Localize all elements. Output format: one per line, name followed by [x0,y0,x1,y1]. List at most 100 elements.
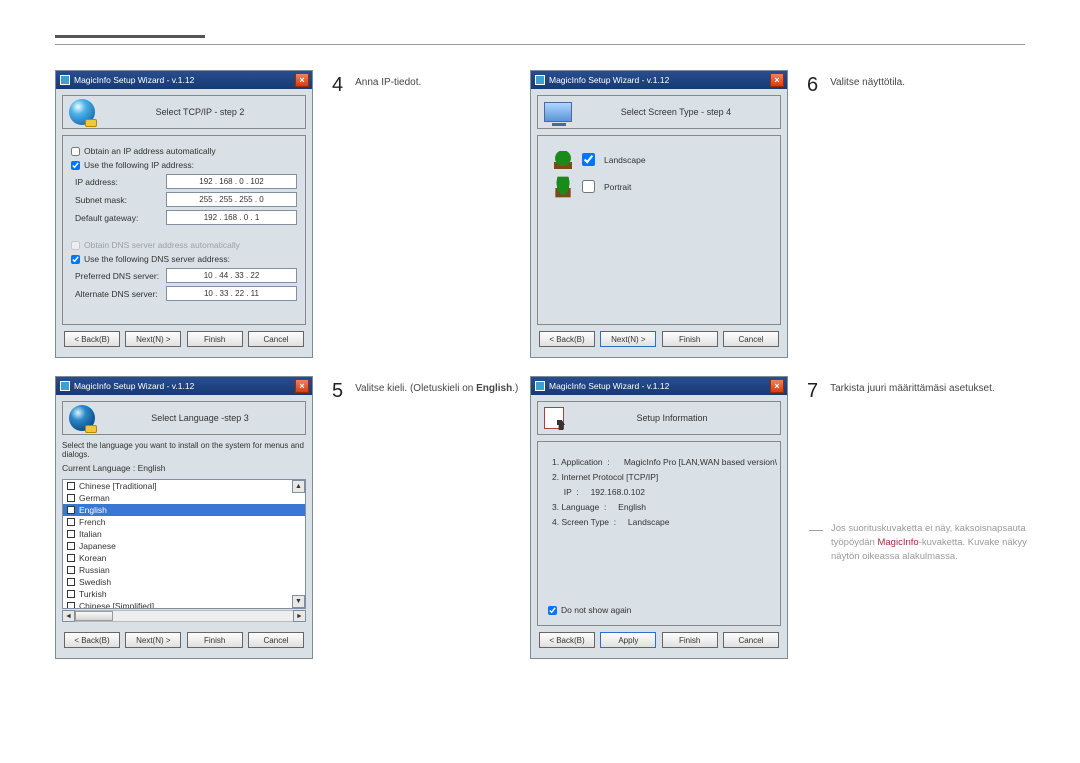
language-list[interactable]: ▲ Chinese [Traditional] German EnglishFren… [62,479,306,609]
layout-grid: MagicInfo Setup Wizard - v.1.12 × Select… [55,70,1025,659]
info-screen-type: 4. Screen Type : Landscape [552,517,766,527]
lang-label: Russian [79,565,110,575]
scroll-up-button[interactable]: ▲ [292,480,305,493]
cancel-button[interactable]: Cancel [723,331,779,347]
alt-dns-input[interactable]: 10 . 33 . 22 . 11 [166,286,297,301]
lang-label: Japanese [79,541,116,551]
close-button[interactable]: × [295,73,309,87]
landscape-checkbox[interactable] [582,153,595,166]
lang-label: English [79,505,107,515]
lang-item[interactable]: Russian [63,564,305,576]
use-following-ip-checkbox[interactable] [71,161,80,170]
scroll-thumb[interactable] [75,611,113,621]
next-button[interactable]: Next(N) > [125,632,181,648]
lang-item[interactable]: English [63,504,305,516]
info-protocol: 2. Internet Protocol [TCP/IP] [552,472,766,482]
next-button[interactable]: Next(N) > [125,331,181,347]
lang-instructions: Select the language you want to install … [62,441,306,459]
back-button[interactable]: < Back(B) [539,632,595,648]
subnet-mask-input[interactable]: 255 . 255 . 255 . 0 [166,192,297,207]
step-number: 6 [807,75,818,358]
obtain-dns-auto-checkbox [71,241,80,250]
step-6-caption: 6 Valitse näyttötila. [795,70,1040,358]
lang-checkbox-icon [67,482,75,490]
back-button[interactable]: < Back(B) [64,331,120,347]
close-button[interactable]: × [770,73,784,87]
lang-item[interactable]: Japanese [63,540,305,552]
titlebar: MagicInfo Setup Wizard - v.1.12 × [56,71,312,89]
lang-item[interactable]: Chinese [Simplified] [63,600,305,609]
back-button[interactable]: < Back(B) [539,331,595,347]
window-title: MagicInfo Setup Wizard - v.1.12 [74,381,194,391]
lang-label: Turkish [79,589,107,599]
header-rule-short [55,35,205,38]
app-icon [535,381,545,391]
step-header: Select TCP/IP - step 2 [101,107,299,117]
lang-item[interactable]: Italian [63,528,305,540]
finish-button[interactable]: Finish [662,632,718,648]
current-lang-label: Current Language : English [62,463,306,473]
info-ip: IP : 192.168.0.102 [552,487,766,497]
step-header: Select Language -step 3 [101,413,299,423]
pref-dns-label: Preferred DNS server: [71,271,166,281]
lang-checkbox-icon [67,494,75,502]
use-following-dns-label: Use the following DNS server address: [84,254,230,264]
close-button[interactable]: × [770,379,784,393]
lang-item[interactable]: Chinese [Traditional] [63,480,305,492]
step-4-caption: 4 Anna IP-tiedot. [320,70,530,358]
landscape-option[interactable]: Landscape [554,150,764,169]
scroll-left-button[interactable]: ◄ [62,610,75,622]
info-language: 3. Language : English [552,502,766,512]
step-7-caption: 7 Tarkista juuri määrittämäsi asetukset.… [795,376,1040,659]
ip-address-label: IP address: [71,177,166,187]
pointer-icon [544,407,564,429]
lang-label: Chinese [Traditional] [79,481,157,491]
lang-checkbox-icon [67,578,75,586]
back-button[interactable]: < Back(B) [64,632,120,648]
lang-item[interactable]: French [63,516,305,528]
obtain-ip-auto-checkbox[interactable] [71,147,80,156]
window-title: MagicInfo Setup Wizard - v.1.12 [549,75,669,85]
portrait-option[interactable]: Portrait [554,177,764,196]
window-title: MagicInfo Setup Wizard - v.1.12 [74,75,194,85]
step-text: Tarkista juuri määrittämäsi asetukset. [830,381,995,496]
close-button[interactable]: × [295,379,309,393]
lang-checkbox-icon [67,506,75,514]
globe-icon [69,405,95,431]
lang-item[interactable]: German [63,492,305,504]
finish-button[interactable]: Finish [662,331,718,347]
step-header: Select Screen Type - step 4 [578,107,774,117]
portrait-checkbox[interactable] [582,180,595,193]
lang-item[interactable]: Swedish [63,576,305,588]
lang-label: German [79,493,110,503]
landscape-icon [554,151,572,169]
next-button[interactable]: Next(N) > [600,331,656,347]
finish-button[interactable]: Finish [187,331,243,347]
portrait-icon [555,176,570,197]
step-header: Setup Information [570,413,774,423]
lang-checkbox-icon [67,590,75,598]
scroll-right-button[interactable]: ► [293,610,306,622]
lang-item[interactable]: Korean [63,552,305,564]
lang-checkbox-icon [67,602,75,609]
subnet-mask-label: Subnet mask: [71,195,166,205]
ip-address-input[interactable]: 192 . 168 . 0 . 102 [166,174,297,189]
step-5-caption: 5 Valitse kieli. (Oletuskieli on English… [320,376,530,659]
step-number: 7 [807,381,818,496]
cancel-button[interactable]: Cancel [248,632,304,648]
pref-dns-input[interactable]: 10 . 44 . 33 . 22 [166,268,297,283]
app-icon [60,75,70,85]
apply-button[interactable]: Apply [600,632,656,648]
gateway-input[interactable]: 192 . 168 . 0 . 1 [166,210,297,225]
lang-item[interactable]: Turkish [63,588,305,600]
use-following-dns-checkbox[interactable] [71,255,80,264]
horizontal-scrollbar[interactable]: ◄ ► [62,610,306,622]
cancel-button[interactable]: Cancel [723,632,779,648]
dont-show-checkbox[interactable] [548,606,557,615]
wizard-setup-info-panel: MagicInfo Setup Wizard - v.1.12 × Setup … [530,376,788,659]
finish-button[interactable]: Finish [187,632,243,648]
scroll-down-button[interactable]: ▼ [292,595,305,608]
screen-type-content: Landscape Portrait [537,135,781,325]
cancel-button[interactable]: Cancel [248,331,304,347]
step-text: Valitse kieli. (Oletuskieli on English.) [355,381,518,659]
